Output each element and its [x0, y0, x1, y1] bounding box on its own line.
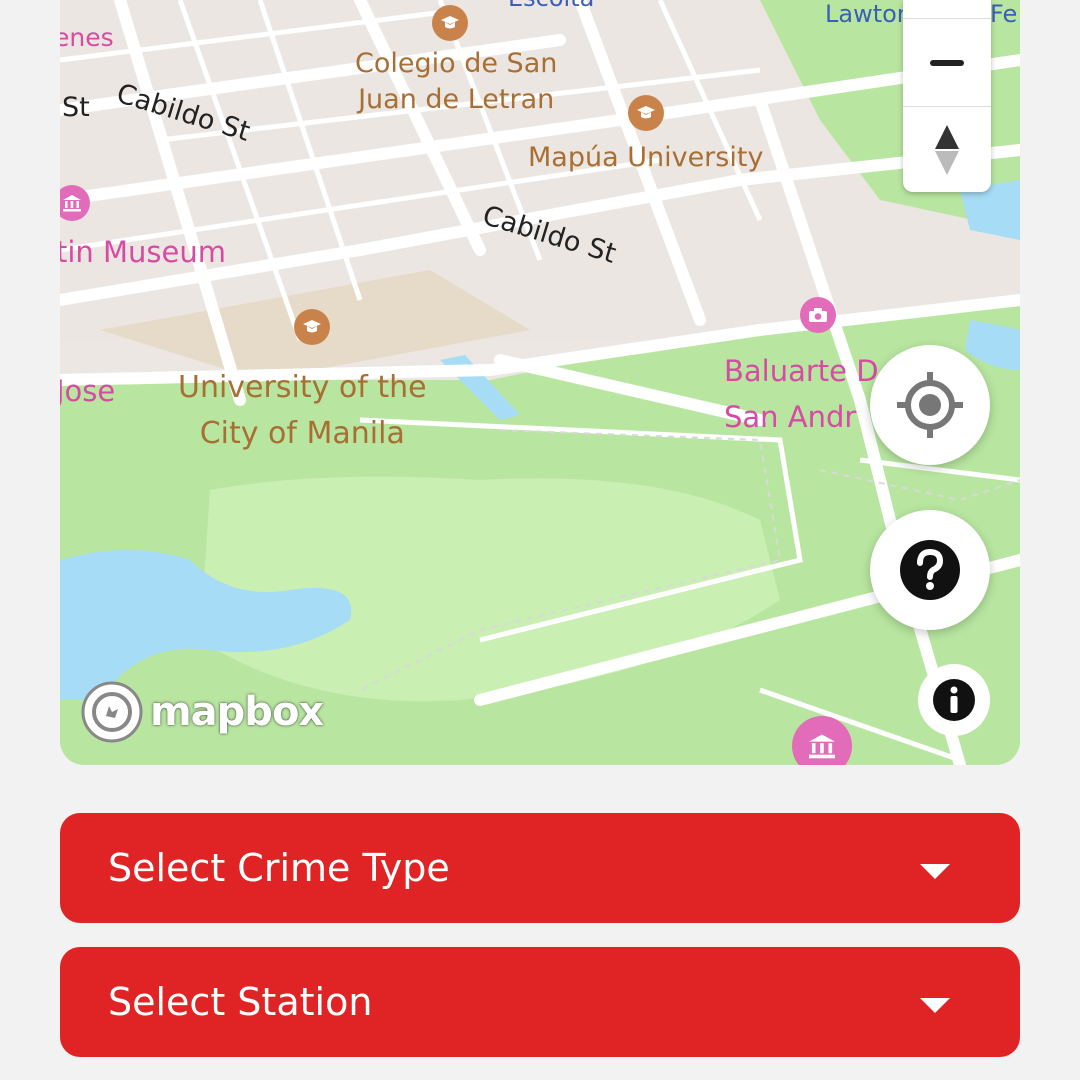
landmark-pin-baluarte	[800, 297, 836, 333]
minus-icon	[930, 60, 964, 66]
school-pin-letran	[432, 5, 468, 41]
mapbox-wordmark: mapbox	[150, 689, 324, 735]
map-label-fe: Fe	[990, 0, 1018, 28]
map-label-plm: University of the City of Manila	[178, 370, 427, 451]
school-pin-plm	[294, 309, 330, 345]
map-label-baluarte: Baluarte D San Andr	[724, 354, 879, 434]
compass-button[interactable]	[903, 108, 991, 192]
map-label-jose: Jose	[60, 374, 116, 408]
map-view[interactable]: Escolta Lawton Fe enes Cabildo St St Col…	[60, 0, 1020, 765]
map-label-st: St	[62, 92, 90, 123]
question-icon	[900, 540, 960, 600]
map-label-museum: tin Museum	[60, 235, 227, 269]
crime-type-dropdown[interactable]: Select Crime Type	[60, 813, 1020, 923]
map-zoom-controls	[903, 0, 991, 192]
chevron-down-icon	[920, 864, 950, 879]
map-label-enes: enes	[60, 23, 114, 52]
mapbox-logo-icon	[81, 681, 143, 743]
crosshair-icon	[897, 372, 963, 438]
station-dropdown[interactable]: Select Station	[60, 947, 1020, 1057]
map-label-lawton: Lawton	[825, 0, 913, 28]
mapbox-logo: mapbox	[80, 680, 324, 744]
map-label-colegio: Colegio de San Juan de Letran	[355, 48, 558, 115]
zoom-out-button[interactable]	[903, 20, 991, 106]
chevron-down-icon	[920, 998, 950, 1013]
compass-icon	[935, 125, 959, 175]
school-pin-mapua	[628, 95, 664, 131]
info-icon	[933, 679, 975, 721]
attribution-info-button[interactable]	[918, 664, 990, 736]
map-label-escolta: Escolta	[508, 0, 594, 12]
help-button[interactable]	[870, 510, 990, 630]
crime-type-label: Select Crime Type	[108, 846, 450, 890]
station-label: Select Station	[108, 980, 373, 1024]
map-label-mapua: Mapúa University	[528, 142, 764, 173]
locate-me-button[interactable]	[870, 345, 990, 465]
